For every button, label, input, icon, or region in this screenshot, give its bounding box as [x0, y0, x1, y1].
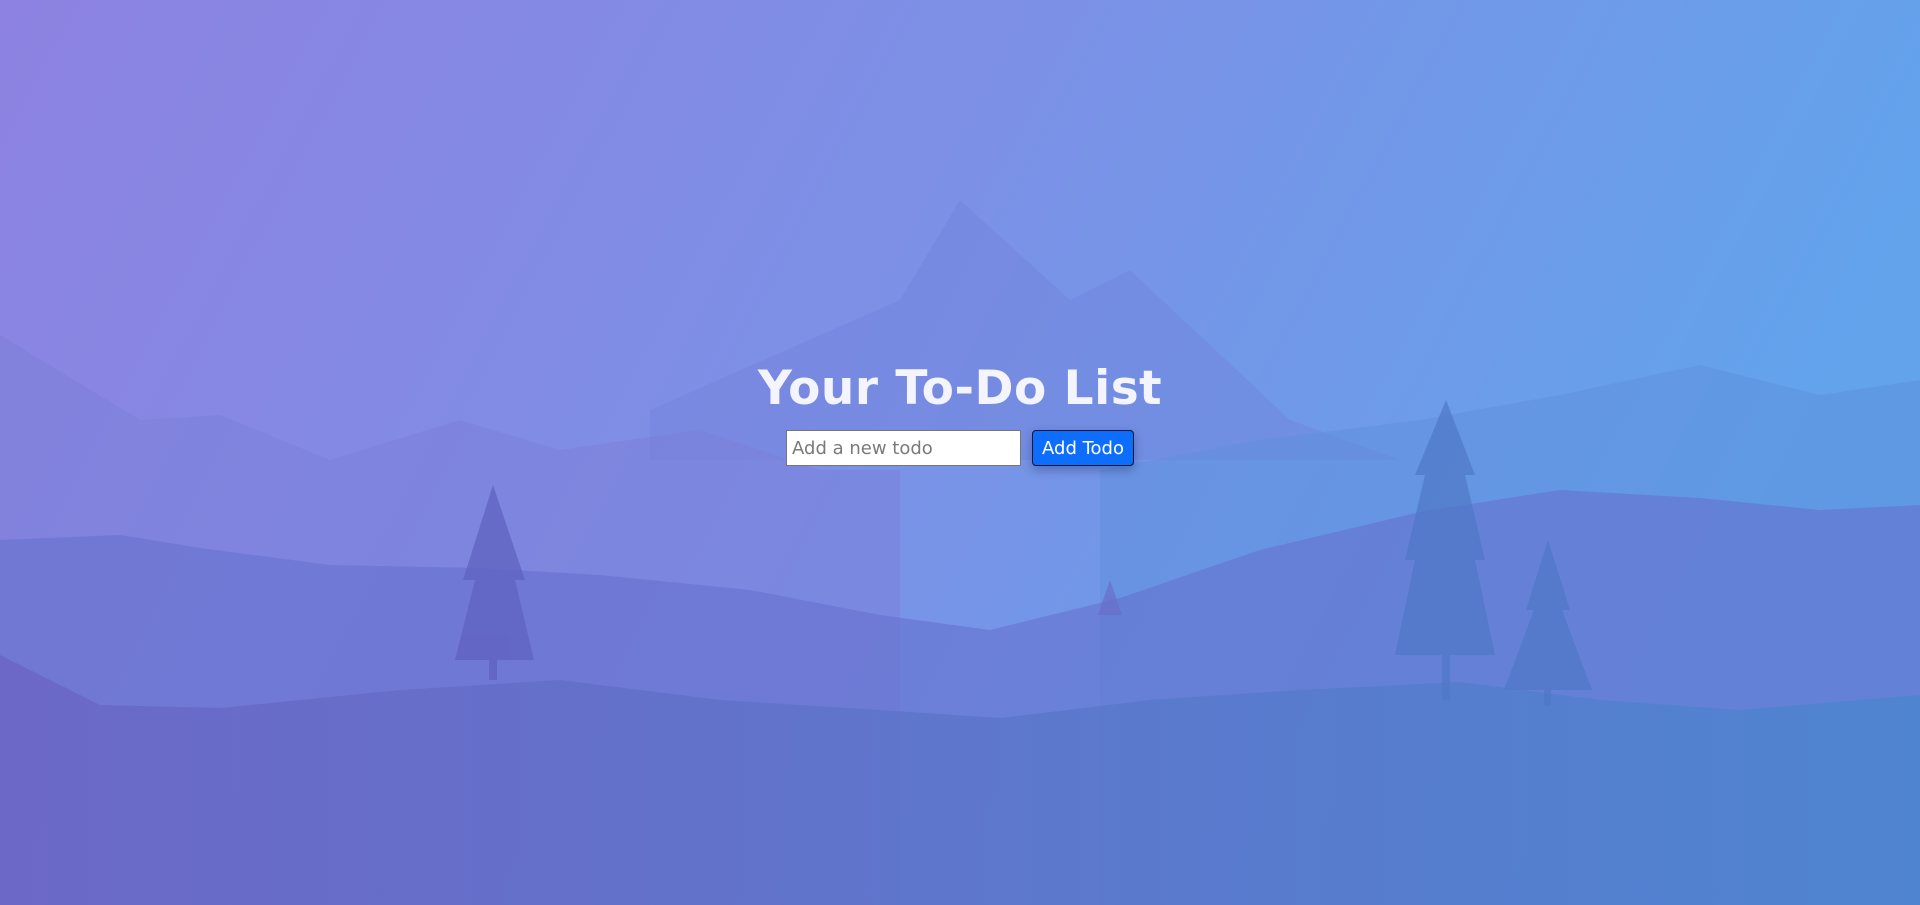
todo-form: Add Todo: [0, 430, 1920, 466]
todo-input[interactable]: [786, 430, 1022, 466]
todo-app: Your To-Do List Add Todo: [0, 356, 1920, 466]
add-todo-button[interactable]: Add Todo: [1032, 430, 1134, 466]
page-title: Your To-Do List: [757, 361, 1163, 416]
